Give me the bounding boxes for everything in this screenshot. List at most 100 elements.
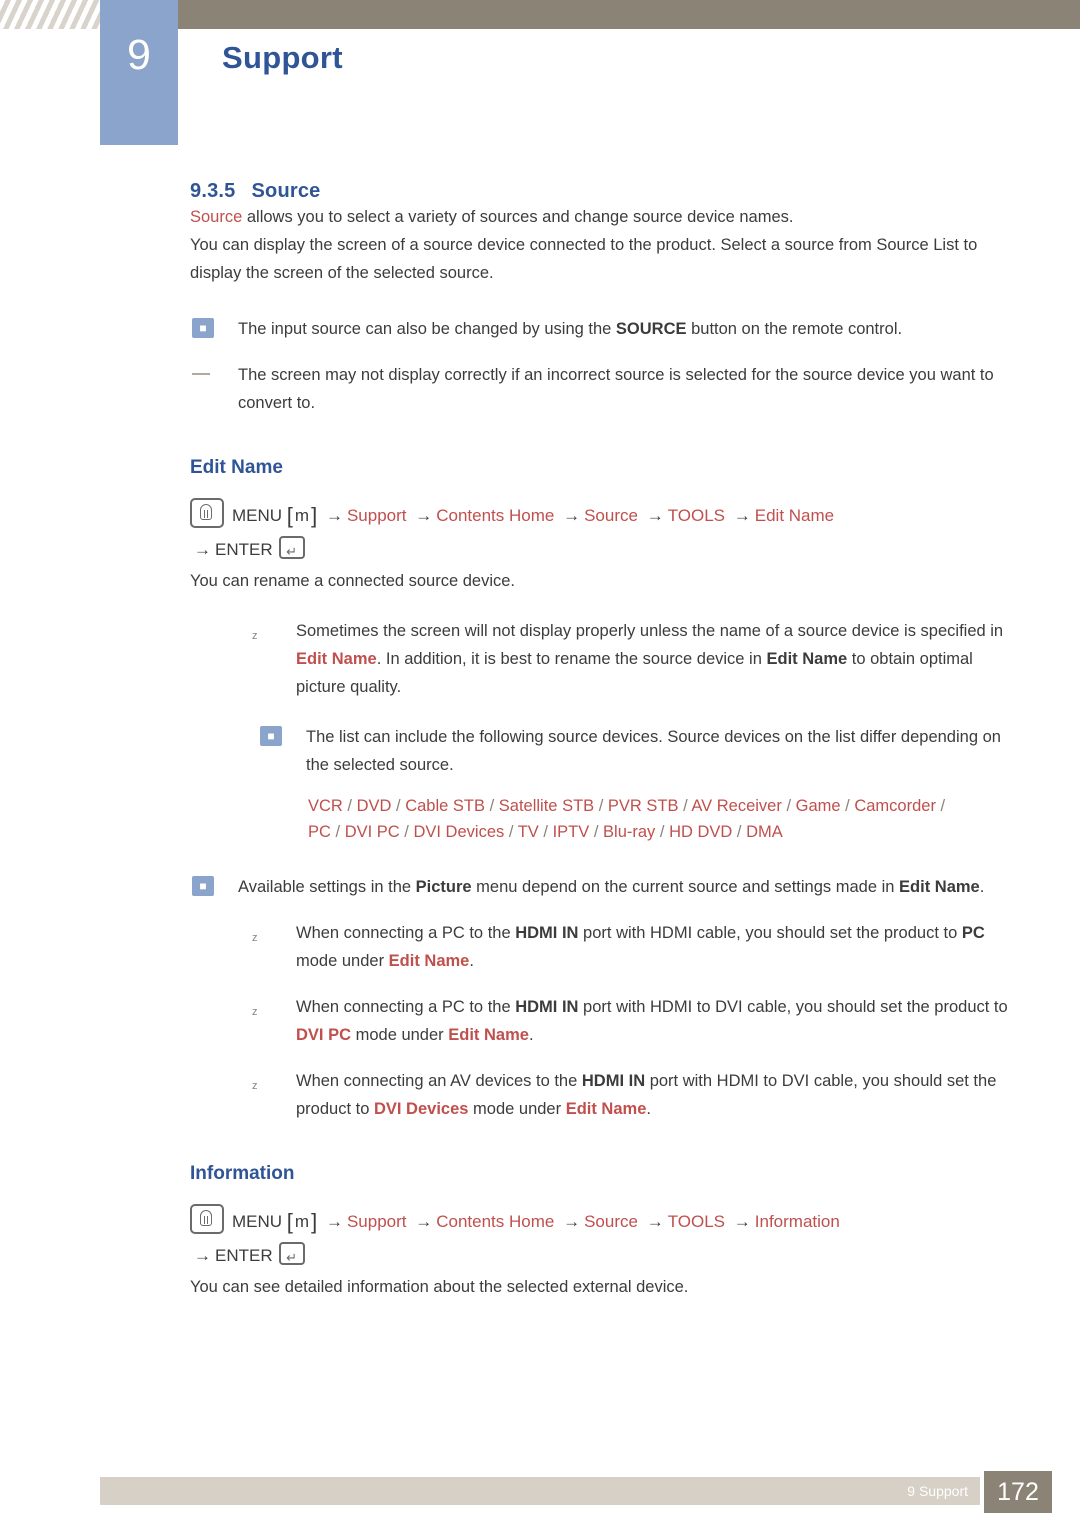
edit-name-description: You can rename a connected source device… <box>190 572 516 590</box>
note-picture-pre: Available settings in the <box>238 878 416 896</box>
footer-bar <box>100 1477 980 1505</box>
note-info-icon-3: ■ <box>192 876 214 896</box>
note-source-pre: The input source can also be changed by … <box>238 320 616 338</box>
device-dvi-pc: DVI PC <box>344 823 400 841</box>
bullet-dvidev-post: . <box>646 1100 651 1118</box>
device-list-line-1: VCR / DVD / Cable STB / Satellite STB / … <box>308 797 946 815</box>
chapter-number-badge: 9 <box>100 0 178 145</box>
device-tv: TV <box>517 823 539 841</box>
device-pvr-stb: PVR STB <box>607 797 679 815</box>
device-hd-dvd: HD DVD <box>669 823 733 841</box>
note-incorrect-source-text: The screen may not display correctly if … <box>238 366 994 412</box>
page-number: 172 <box>984 1471 1052 1513</box>
device-pc: PC <box>308 823 331 841</box>
note-device-list: ■ The list can include the following sou… <box>248 723 1010 779</box>
menu-path-information: MENU [m] → Support → Contents Home → Source… <box>190 1204 1080 1275</box>
note-source-button: ■ The input source can also be changed b… <box>190 315 1010 343</box>
bullet-marker-icon-2: z <box>252 932 258 944</box>
note-picture-settings: ■ Available settings in the Picture menu… <box>190 873 1010 901</box>
bullet-dvipc-mid2: mode under <box>351 1026 449 1044</box>
bullet-marker-icon: z <box>252 630 258 642</box>
note-picture-mid: menu depend on the current source and se… <box>471 878 900 896</box>
device-bluray: Blu-ray <box>603 823 656 841</box>
intro-keyword-source: Source <box>190 208 243 226</box>
section-number: 9.3.5 <box>190 180 236 202</box>
note-picture-kw1: Picture <box>415 878 472 896</box>
device-iptv: IPTV <box>552 823 590 841</box>
header-hatch-decoration <box>0 0 100 29</box>
bullet-marker-icon-4: z <box>252 1080 258 1092</box>
bullet-marker-icon-3: z <box>252 1006 258 1018</box>
enter-key-icon <box>278 535 305 569</box>
device-satellite-stb: Satellite STB <box>498 797 595 815</box>
note-device-list-text: The list can include the following sourc… <box>306 728 1001 774</box>
bullet-hdmi-dvi-devices: z When connecting an AV devices to the H… <box>248 1067 1010 1123</box>
menu-path-item-4: Edit Name <box>754 506 835 525</box>
arrow-icon-12: → <box>194 1246 211 1265</box>
arrow-icon-3: → <box>563 506 581 525</box>
page-content: 9.3.5 Source Source allows you to select … <box>0 180 1080 1301</box>
bullet-dvipc-kw2: DVI PC <box>296 1026 352 1044</box>
info-path-item-1: Contents Home <box>436 1212 555 1231</box>
menu-path-item-2: Source <box>584 506 638 525</box>
intro-paragraph-2: You can display the screen of a source d… <box>190 236 978 282</box>
footer-chapter-label: 9 Support <box>907 1483 968 1499</box>
intro-line-1-rest: allows you to select a variety of source… <box>242 208 794 226</box>
arrow-icon-7: → <box>325 1212 343 1231</box>
arrow-icon-8: → <box>415 1212 433 1231</box>
arrow-icon-9: → <box>563 1212 581 1231</box>
bullet-naming-kw1: Edit Name <box>296 650 377 668</box>
device-av-receiver: AV Receiver <box>691 797 782 815</box>
arrow-icon-6: → <box>194 540 211 559</box>
info-path-item-4: Information <box>754 1212 840 1231</box>
menu-label-2: MENU <box>232 1212 283 1231</box>
bullet-naming-mid: . In addition, it is best to rename the … <box>376 650 767 668</box>
bullet-dvidev-kw3: Edit Name <box>565 1100 647 1118</box>
page-header: 9 Support <box>0 0 1080 145</box>
bullet-dvidev-mid2: mode under <box>468 1100 566 1118</box>
note-source-post: button on the remote control. <box>686 320 903 338</box>
arrow-icon-5: → <box>733 506 751 525</box>
arrow-icon-2: → <box>415 506 433 525</box>
menu-remote-icon <box>190 498 224 528</box>
bullet-edit-name-naming: z Sometimes the screen will not display … <box>248 617 1010 701</box>
device-cable-stb: Cable STB <box>405 797 486 815</box>
arrow-icon-11: → <box>733 1212 751 1231</box>
device-camcorder: Camcorder <box>854 797 936 815</box>
bullet-hdmi-pc-pre: When connecting a PC to the <box>296 924 516 942</box>
information-description: You can see detailed information about t… <box>190 1278 689 1296</box>
bullet-dvipc-post: . <box>528 1026 534 1044</box>
subheading-information: Information <box>190 1163 295 1184</box>
enter-key-icon-2 <box>278 1241 305 1275</box>
menu-path-item-0: Support <box>346 506 407 525</box>
note-dash-icon <box>192 373 210 375</box>
note-incorrect-source: The screen may not display correctly if … <box>190 361 1010 417</box>
note-picture-post: . <box>979 878 985 896</box>
note-info-icon: ■ <box>192 318 214 338</box>
info-path-item-2: Source <box>584 1212 638 1231</box>
menu-path-edit-name: MENU [m] → Support → Contents Home → Source… <box>190 498 1080 569</box>
page-footer: 9 Support 172 <box>0 1467 1080 1527</box>
intro-line-1: Source allows you to select a variety of… <box>190 203 1010 231</box>
menu-label: MENU <box>232 506 283 525</box>
bullet-dvipc-pre: When connecting a PC to the <box>296 998 516 1016</box>
bullet-hdmi-dvi-pc: z When connecting a PC to the HDMI IN po… <box>248 993 1010 1049</box>
arrow-icon-4: → <box>646 506 664 525</box>
bullet-dvidev-pre: When connecting an AV devices to the <box>296 1072 582 1090</box>
bullet-hdmi-pc-mid: port with HDMI cable, you should set the… <box>578 924 962 942</box>
bullet-dvipc-kw3: Edit Name <box>448 1026 529 1044</box>
device-list-line-2: PC / DVI PC / DVI Devices / TV / IPTV / … <box>308 823 783 841</box>
bullet-hdmi-pc: z When connecting a PC to the HDMI IN po… <box>248 919 1010 975</box>
bullet-dvidev-kw1: HDMI IN <box>581 1072 646 1090</box>
bullet-hdmi-pc-mid2: mode under <box>296 952 389 970</box>
header-bar <box>100 0 1080 29</box>
bullet-naming-kw2: Edit Name <box>766 650 848 668</box>
menu-path-item-1: Contents Home <box>436 506 555 525</box>
menu-remote-icon-2 <box>190 1204 224 1234</box>
bullet-hdmi-pc-post: . <box>469 952 474 970</box>
arrow-icon-1: → <box>325 506 343 525</box>
bullet-naming-pre: Sometimes the screen will not display pr… <box>296 622 1004 640</box>
bullet-hdmi-pc-kw1: HDMI IN <box>515 924 579 942</box>
bullet-dvidev-kw2: DVI Devices <box>373 1100 469 1118</box>
note-source-keyword: SOURCE <box>615 320 687 338</box>
